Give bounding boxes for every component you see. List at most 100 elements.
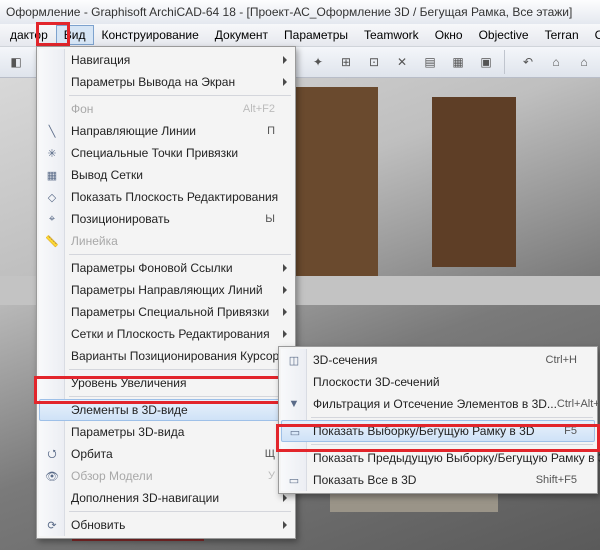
menu-item[interactable]: ▦ Вывод Сетки bbox=[39, 164, 293, 186]
menu-item-label: Уровень Увеличения bbox=[71, 376, 186, 390]
menubar-item[interactable]: Вид bbox=[56, 25, 94, 45]
tool-button[interactable]: ▣ bbox=[474, 50, 498, 74]
submenu-item-icon: ▭ bbox=[287, 424, 303, 440]
menubar-item[interactable]: Окно bbox=[427, 25, 471, 45]
menu-item[interactable]: ╲ Направляющие Линии П bbox=[39, 120, 293, 142]
submenu-item-shortcut: Ctrl+Н bbox=[546, 354, 577, 366]
submenu-item[interactable]: Показать Предыдущую Выборку/Бегущую Рамк… bbox=[281, 447, 595, 469]
menu-separator bbox=[69, 254, 291, 255]
menu-item-label: Параметры Направляющих Линий bbox=[71, 283, 263, 297]
menu-item-label: Линейка bbox=[71, 234, 118, 248]
menu-item[interactable]: ⟳Обновить bbox=[39, 514, 293, 536]
submenu-item-icon: ◫ bbox=[286, 352, 302, 368]
menu-item-label: Параметры Фоновой Ссылки bbox=[71, 261, 233, 275]
tool-button[interactable]: ▤ bbox=[418, 50, 442, 74]
menu-item: ФонAlt+F2 bbox=[39, 98, 293, 120]
menu-item-label: Навигация bbox=[71, 53, 130, 67]
menu-item[interactable]: Параметры Специальной Привязки bbox=[39, 301, 293, 323]
submenu-item[interactable]: ▼Фильтрация и Отсечение Элементов в 3D..… bbox=[281, 393, 595, 415]
submenu-item-label: Показать Выборку/Бегущую Рамку в 3D bbox=[313, 424, 534, 438]
submenu-arrow-icon bbox=[283, 264, 287, 272]
menu-item-shortcut: П bbox=[267, 125, 275, 137]
submenu-item-shortcut: Shift+F5 bbox=[536, 474, 577, 486]
menu-item[interactable]: Параметры Направляющих Линий bbox=[39, 279, 293, 301]
menu-item-icon: 📏 bbox=[44, 233, 60, 249]
menu-item[interactable]: Параметры Вывода на Экран bbox=[39, 71, 293, 93]
menu-item-label: Специальные Точки Привязки bbox=[71, 146, 238, 160]
menu-item[interactable]: ⌖ПозиционироватьЫ bbox=[39, 208, 293, 230]
menu-item[interactable]: Варианты Позиционирования Курсора bbox=[39, 345, 293, 367]
submenu-arrow-icon bbox=[283, 308, 287, 316]
menu-item-label: Параметры 3D-вида bbox=[71, 425, 184, 439]
submenu-arrow-icon bbox=[283, 286, 287, 294]
menu-item[interactable]: ⭯ОрбитаЩ bbox=[39, 443, 293, 465]
submenu-item-shortcut: F5 bbox=[564, 425, 577, 437]
tool-button[interactable]: ⌂ bbox=[572, 50, 596, 74]
menu-item[interactable]: ✳ Специальные Точки Привязки bbox=[39, 142, 293, 164]
menu-item-label: Параметры Вывода на Экран bbox=[71, 75, 235, 89]
menu-separator bbox=[69, 95, 291, 96]
submenu-item-label: Плоскости 3D-сечений bbox=[313, 375, 440, 389]
menubar-item[interactable]: Teamwork bbox=[356, 25, 427, 45]
menu-item-label: Орбита bbox=[71, 447, 113, 461]
menu-item: 📏 Линейка bbox=[39, 230, 293, 252]
submenu-item[interactable]: ▭ Показать Выборку/Бегущую Рамку в 3D F5 bbox=[281, 420, 595, 442]
submenu-item-label: Показать Все в 3D bbox=[313, 473, 416, 487]
submenu-item[interactable]: Плоскости 3D-сечений bbox=[281, 371, 595, 393]
tool-button[interactable]: ⌂ bbox=[544, 50, 568, 74]
menubar-item[interactable]: Конструирование bbox=[94, 25, 207, 45]
menu-item[interactable]: Элементы в 3D-виде bbox=[39, 399, 293, 421]
menubar-item[interactable]: Документ bbox=[207, 25, 276, 45]
menubar-item[interactable]: Objective bbox=[471, 25, 537, 45]
submenu-item[interactable]: ▭ Показать Все в 3D Shift+F5 bbox=[281, 469, 595, 491]
menu-item-label: Направляющие Линии bbox=[71, 124, 196, 138]
submenu-arrow-icon bbox=[283, 494, 287, 502]
tool-button[interactable]: ✦ bbox=[306, 50, 330, 74]
menu-separator bbox=[69, 369, 291, 370]
window-title: Оформление - Graphisoft ArchiCAD-64 18 -… bbox=[6, 5, 572, 19]
menu-item-label: Элементы в 3D-виде bbox=[71, 403, 188, 417]
menu-item-icon: ╲ bbox=[44, 123, 60, 139]
menu-item-icon: ✳ bbox=[44, 145, 60, 161]
submenu-item-icon: ▼ bbox=[286, 396, 302, 412]
menu-separator bbox=[311, 417, 593, 418]
menubar-item[interactable]: Cadimage bbox=[587, 25, 600, 45]
menu-item-label: Сетки и Плоскость Редактирования bbox=[71, 327, 270, 341]
menubar-item[interactable]: Terran bbox=[537, 25, 587, 45]
menu-item[interactable]: Дополнения 3D-навигации bbox=[39, 487, 293, 509]
tool-button[interactable]: ◧ bbox=[4, 50, 28, 74]
submenu-arrow-icon bbox=[283, 78, 287, 86]
menubar-item[interactable]: Параметры bbox=[276, 25, 356, 45]
elements-3d-submenu: ◫3D-сеченияCtrl+Н Плоскости 3D-сечений ▼Фи… bbox=[278, 346, 598, 494]
menu-item[interactable]: Уровень Увеличения bbox=[39, 372, 293, 394]
tool-button[interactable]: ▦ bbox=[446, 50, 470, 74]
tool-button[interactable]: ⊞ bbox=[334, 50, 358, 74]
submenu-item[interactable]: ◫3D-сеченияCtrl+Н bbox=[281, 349, 595, 371]
menu-item-label: Показать Плоскость Редактирования bbox=[71, 190, 278, 204]
menu-item-shortcut: У bbox=[268, 470, 275, 482]
menu-item-label: Обзор Модели bbox=[71, 469, 153, 483]
menu-item-icon: ◇ bbox=[44, 189, 60, 205]
menu-item[interactable]: Навигация bbox=[39, 49, 293, 71]
view-menu-dropdown: Навигация Параметры Вывода на Экран ФонAlt… bbox=[36, 46, 296, 539]
menu-item-label: Позиционировать bbox=[71, 212, 170, 226]
menu-item[interactable]: Сетки и Плоскость Редактирования bbox=[39, 323, 293, 345]
menu-item-label: Дополнения 3D-навигации bbox=[71, 491, 219, 505]
menu-item-label: Параметры Специальной Привязки bbox=[71, 305, 269, 319]
tool-button[interactable]: ↶ bbox=[516, 50, 540, 74]
menu-item-label: Вывод Сетки bbox=[71, 168, 143, 182]
menu-bar: дакторВидКонструированиеДокументПараметр… bbox=[0, 24, 600, 46]
title-bar: Оформление - Graphisoft ArchiCAD-64 18 -… bbox=[0, 0, 600, 24]
menu-item-icon: ⭯ bbox=[44, 446, 60, 462]
submenu-item-icon: ▭ bbox=[286, 472, 302, 488]
submenu-arrow-icon bbox=[283, 521, 287, 529]
tool-button[interactable]: ⊡ bbox=[362, 50, 386, 74]
tool-button[interactable]: ✕ bbox=[390, 50, 414, 74]
submenu-arrow-icon bbox=[283, 330, 287, 338]
menu-item[interactable]: Параметры 3D-вида bbox=[39, 421, 293, 443]
menubar-item[interactable]: дактор bbox=[2, 25, 56, 45]
menu-item[interactable]: ◇ Показать Плоскость Редактирования bbox=[39, 186, 293, 208]
menu-item-shortcut: Ы bbox=[265, 213, 275, 225]
menu-item[interactable]: Параметры Фоновой Ссылки bbox=[39, 257, 293, 279]
menu-item-icon: ▦ bbox=[44, 167, 60, 183]
